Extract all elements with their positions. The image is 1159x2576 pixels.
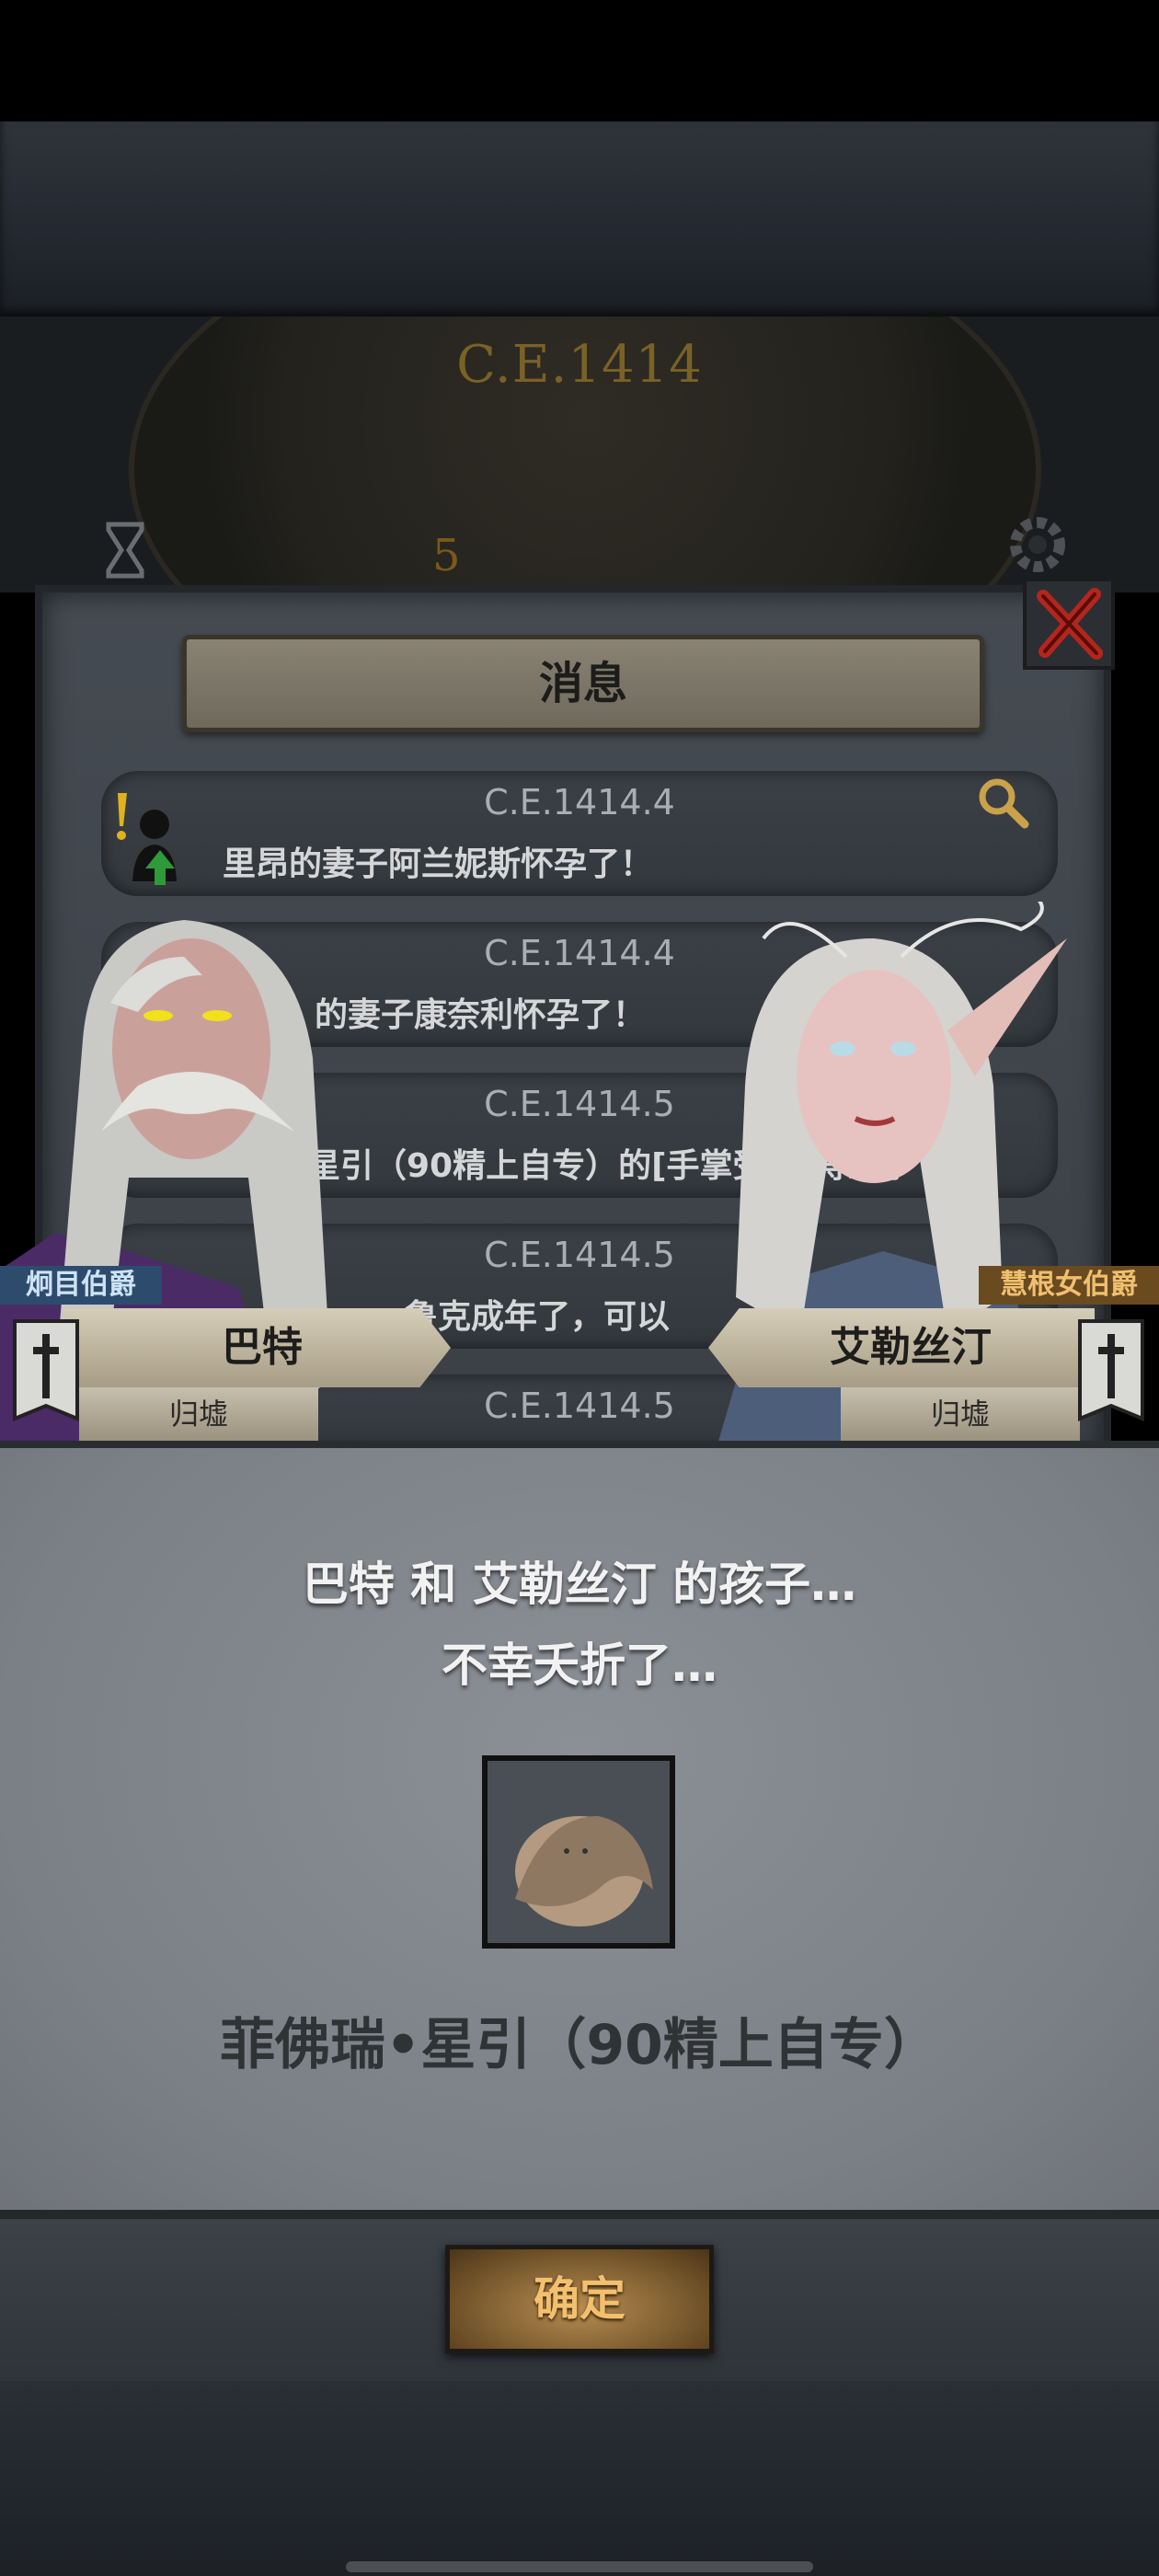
- close-icon: [1037, 588, 1103, 660]
- clock-year: C.E.1414: [456, 335, 703, 395]
- message-title: 消息: [538, 658, 627, 709]
- bottom-band: [0, 2381, 1159, 2576]
- banner-flag-icon: [1078, 1319, 1144, 1421]
- banner-flag-icon: [13, 1319, 79, 1421]
- baby-icon: [515, 1816, 653, 1926]
- character-status-right: 归墟: [930, 1397, 990, 1432]
- close-button[interactable]: [1023, 578, 1115, 670]
- message-item[interactable]: C.E.1414.4 里昂的妻子阿兰妮斯怀孕了！: [101, 771, 1058, 896]
- character-name-left: 巴特: [222, 1324, 303, 1371]
- character-name-right: 艾勒丝汀: [830, 1324, 992, 1371]
- home-indicator[interactable]: [346, 2561, 813, 2572]
- message-date: C.E.1414.4: [484, 782, 675, 822]
- title-badge-left: 炯目伯爵: [0, 1266, 162, 1305]
- gear-icon[interactable]: [999, 506, 1076, 583]
- title-badge-right: 慧根女伯爵: [979, 1266, 1159, 1305]
- hourglass-icon[interactable]: [103, 521, 147, 580]
- header-band: [0, 121, 1159, 316]
- character-status-left: 归墟: [168, 1397, 228, 1432]
- dialog-message-line: 不幸夭折了…: [442, 1639, 717, 1692]
- dialog-message-line: 巴特 和 艾勒丝汀 的孩子…: [302, 1558, 857, 1611]
- clock-hour-mark: 5: [432, 530, 461, 581]
- confirm-button-label[interactable]: 确定: [445, 2245, 714, 2353]
- message-text: 里昂的妻子阿兰妮斯怀孕了！: [223, 845, 654, 883]
- search-icon[interactable]: [975, 775, 1030, 830]
- clock-area: C.E.1414 5: [0, 316, 1159, 592]
- top-black-bar: [0, 0, 1159, 121]
- child-portrait-frame: [482, 1755, 675, 1949]
- child-name: 菲佛瑞•星引（90精上自专）: [220, 2013, 939, 2077]
- alert-icon: [117, 793, 177, 885]
